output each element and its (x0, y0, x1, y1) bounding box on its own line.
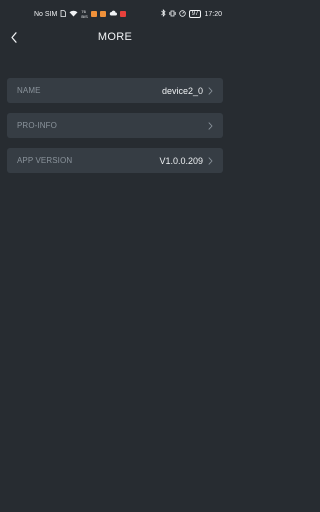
network-speed: 76 B/S (81, 9, 87, 19)
status-left: No SIM 76 B/S (8, 9, 126, 19)
chevron-right-icon (208, 121, 214, 130)
page-title: MORE (97, 31, 133, 43)
status-bar: No SIM 76 B/S 97 17:20 (0, 0, 230, 28)
header: MORE (0, 28, 230, 50)
pro-info-row[interactable]: PRO-INFO (7, 113, 223, 138)
notification-app-icon (119, 11, 126, 17)
name-row[interactable]: NAME device2_0 (7, 78, 223, 103)
wifi-icon (69, 10, 78, 19)
cloud-icon (109, 10, 117, 18)
speed-gauge-icon (179, 9, 186, 19)
notification-app-icon (90, 11, 97, 17)
battery-icon: 97 (188, 10, 202, 18)
bluetooth-icon (161, 9, 166, 19)
app-version-value: V1.0.0.209 (159, 155, 203, 166)
status-right: 97 17:20 (161, 9, 222, 19)
settings-list: NAME device2_0 PRO-INFO APP VERSION V1.0… (7, 78, 223, 183)
carrier-label: No SIM (34, 10, 58, 18)
app-version-row[interactable]: APP VERSION V1.0.0.209 (7, 148, 223, 173)
chevron-right-icon (208, 86, 214, 95)
name-label: NAME (17, 86, 41, 95)
chevron-right-icon (208, 156, 214, 165)
vibrate-icon (169, 10, 176, 19)
notification-app-icon (99, 11, 106, 17)
name-value: device2_0 (161, 85, 203, 96)
app-version-label: APP VERSION (17, 156, 73, 165)
pro-info-label: PRO-INFO (17, 121, 57, 130)
network-speed-unit: B/S (81, 14, 88, 19)
clock-time: 17:20 (204, 10, 222, 18)
sim-icon (60, 9, 67, 19)
